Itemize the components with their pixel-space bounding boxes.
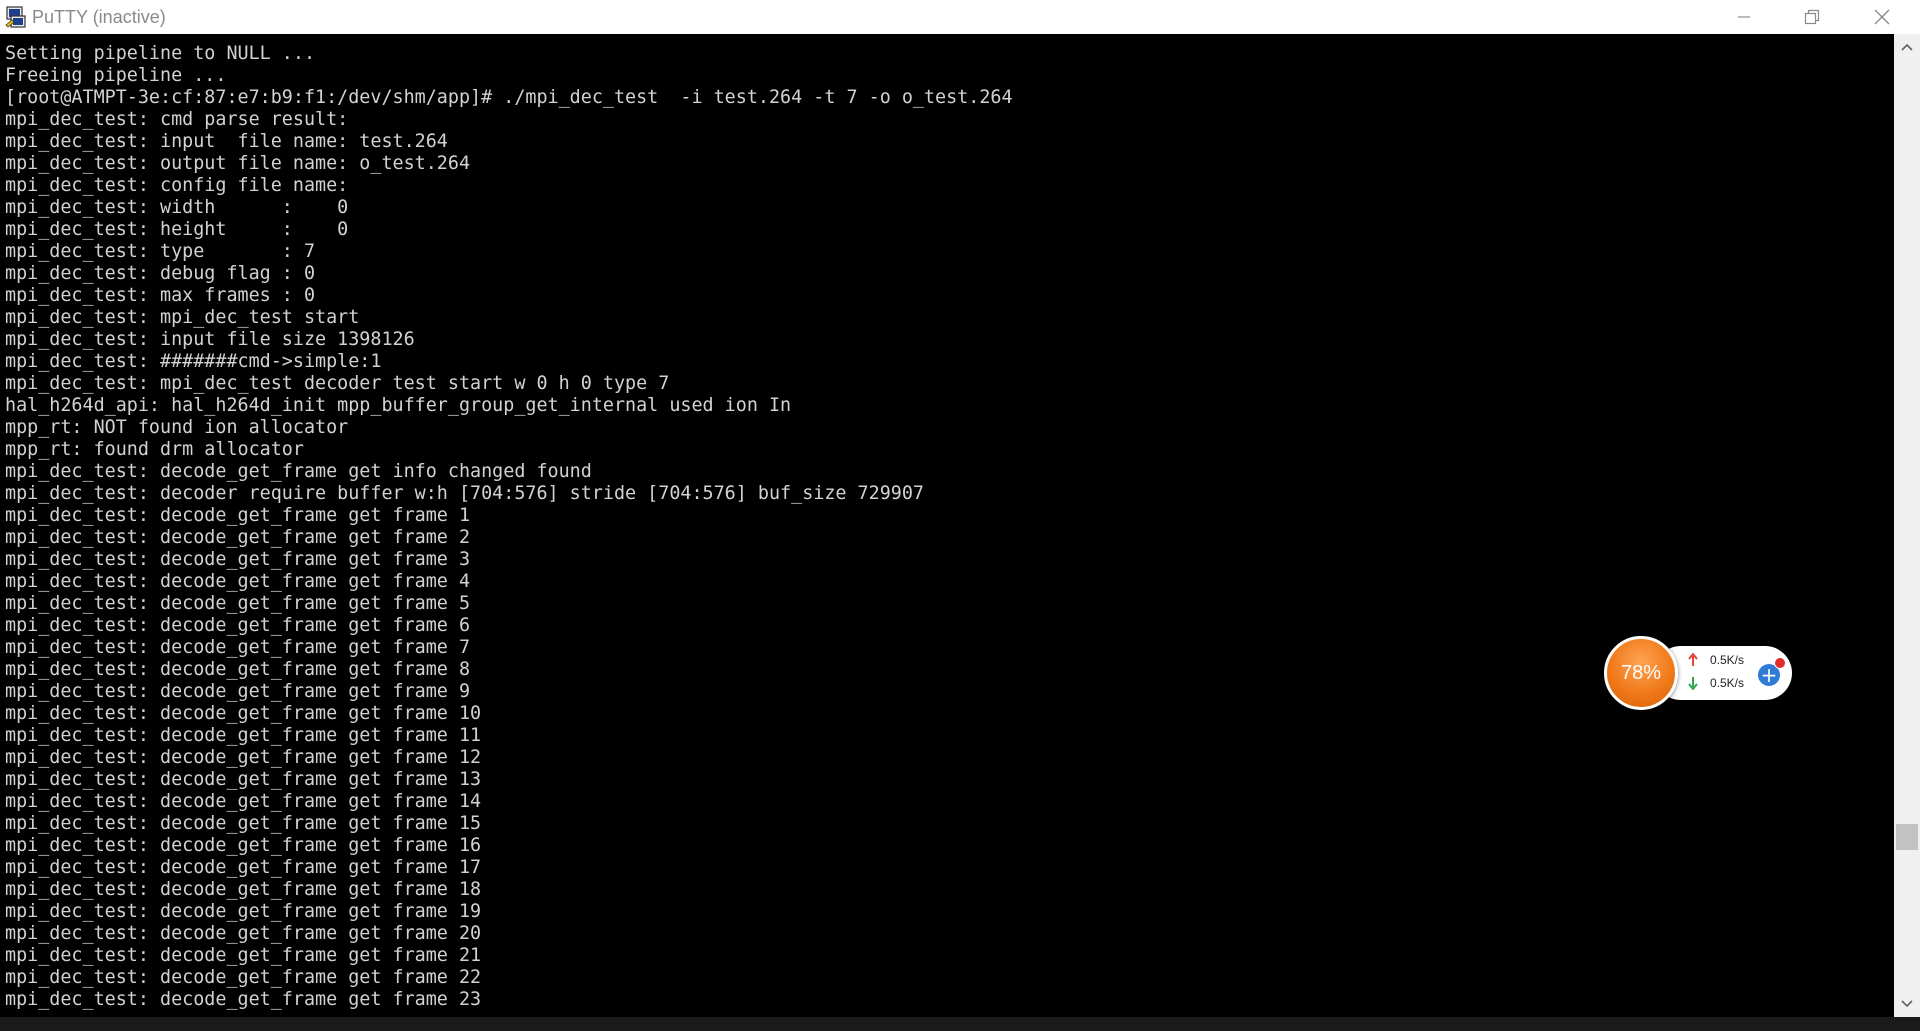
close-button[interactable] — [1848, 0, 1916, 34]
terminal-line: mpi_dec_test: type : 7 — [5, 241, 316, 262]
terminal-line: mpi_dec_test: decode_get_frame get frame… — [5, 901, 482, 922]
terminal-line: hal_h264d_api: hal_h264d_init mpp_buffer… — [5, 395, 792, 416]
terminal-line: mpi_dec_test: decode_get_frame get frame… — [5, 857, 482, 878]
terminal-line: mpi_dec_test: decode_get_frame get frame… — [5, 593, 471, 614]
window-title: PuTTY (inactive) — [32, 7, 166, 27]
terminal-line: mpp_rt: NOT found ion allocator — [5, 417, 349, 438]
terminal-line: mpi_dec_test: output file name: o_test.2… — [5, 153, 471, 174]
putty-app-icon[interactable] — [4, 5, 28, 29]
usage-ball[interactable]: 78% — [1604, 636, 1678, 710]
window-bottom-edge — [0, 1017, 1920, 1031]
upload-rate: 0.5K/s — [1710, 653, 1745, 667]
terminal-line: mpi_dec_test: decode_get_frame get frame… — [5, 659, 471, 680]
terminal-line: mpi_dec_test: decode_get_frame get frame… — [5, 923, 482, 944]
scroll-down-button[interactable] — [1894, 991, 1920, 1017]
arrow-down-icon — [1688, 677, 1698, 690]
terminal-line: mpi_dec_test: decode_get_frame get frame… — [5, 813, 482, 834]
terminal-line: mpi_dec_test: max frames : 0 — [5, 285, 316, 306]
chevron-up-icon — [1901, 43, 1913, 51]
terminal-line: Setting pipeline to NULL ... — [5, 43, 316, 64]
terminal-line: mpi_dec_test: decode_get_frame get frame… — [5, 703, 482, 724]
terminal-line: mpi_dec_test: decode_get_frame get frame… — [5, 571, 471, 592]
terminal-line: mpi_dec_test: width : 0 — [5, 197, 349, 218]
terminal-line: mpi_dec_test: decode_get_frame get frame… — [5, 945, 482, 966]
terminal-line: mpi_dec_test: input file size 1398126 — [5, 329, 415, 350]
terminal-line: mpi_dec_test: decoder require buffer w:h… — [5, 483, 924, 504]
terminal-line: mpi_dec_test: decode_get_frame get frame… — [5, 725, 482, 746]
terminal-line: mpi_dec_test: decode_get_frame get frame… — [5, 989, 482, 1010]
terminal-line: mpi_dec_test: cmd parse result: — [5, 109, 349, 130]
title-bar[interactable]: PuTTY (inactive) — [0, 0, 1920, 34]
terminal-line: mpi_dec_test: decode_get_frame get frame… — [5, 747, 482, 768]
terminal-line: mpi_dec_test: decode_get_frame get frame… — [5, 879, 482, 900]
minimize-button[interactable] — [1710, 0, 1778, 34]
chevron-down-icon — [1901, 1000, 1913, 1008]
terminal-line: mpi_dec_test: config file name: — [5, 175, 349, 196]
arrow-up-icon — [1688, 653, 1698, 666]
terminal-line: [root@ATMPT-3e:cf:87:e7:b9:f1:/dev/shm/a… — [5, 87, 1013, 108]
terminal-line: mpi_dec_test: decode_get_frame get frame… — [5, 967, 482, 988]
terminal-line: mpi_dec_test: decode_get_frame get info … — [5, 461, 592, 482]
terminal-line: mpi_dec_test: decode_get_frame get frame… — [5, 835, 482, 856]
terminal-area[interactable]: Setting pipeline to NULL ... Freeing pipe… — [0, 34, 1894, 1017]
scroll-up-button[interactable] — [1894, 34, 1920, 60]
terminal-line: mpi_dec_test: debug flag : 0 — [5, 263, 316, 284]
terminal-line: mpi_dec_test: decode_get_frame get frame… — [5, 615, 471, 636]
notification-dot — [1774, 657, 1786, 669]
vertical-scrollbar[interactable] — [1894, 34, 1920, 1017]
restore-icon — [1804, 9, 1820, 25]
minimize-icon — [1738, 16, 1750, 18]
terminal-line: mpi_dec_test: height : 0 — [5, 219, 349, 240]
restore-button[interactable] — [1778, 0, 1846, 34]
scroll-thumb[interactable] — [1896, 824, 1918, 850]
terminal-line: mpi_dec_test: decode_get_frame get frame… — [5, 637, 471, 658]
terminal-line: mpp_rt: found drm allocator — [5, 439, 304, 460]
network-monitor-widget[interactable]: 78% 0.5K/s 0.5K/s + — [1604, 636, 1794, 710]
terminal-line: mpi_dec_test: decode_get_frame get frame… — [5, 791, 482, 812]
terminal-line: mpi_dec_test: decode_get_frame get frame… — [5, 549, 471, 570]
terminal-line: mpi_dec_test: decode_get_frame get frame… — [5, 527, 471, 548]
terminal-line: mpi_dec_test: #######cmd->simple:1 — [5, 351, 382, 372]
terminal-output: Setting pipeline to NULL ... Freeing pipe… — [5, 43, 1013, 1011]
terminal-line: mpi_dec_test: decode_get_frame get frame… — [5, 505, 471, 526]
terminal-line: mpi_dec_test: decode_get_frame get frame… — [5, 769, 482, 790]
terminal-line: mpi_dec_test: decode_get_frame get frame… — [5, 681, 471, 702]
usage-percent: 78% — [1620, 661, 1662, 684]
terminal-line: mpi_dec_test: mpi_dec_test decoder test … — [5, 373, 670, 394]
close-icon — [1874, 9, 1890, 25]
terminal-line: mpi_dec_test: input file name: test.264 — [5, 131, 448, 152]
terminal-line: Freeing pipeline ... — [5, 65, 227, 86]
terminal-line: mpi_dec_test: mpi_dec_test start — [5, 307, 360, 328]
download-rate: 0.5K/s — [1710, 676, 1745, 690]
